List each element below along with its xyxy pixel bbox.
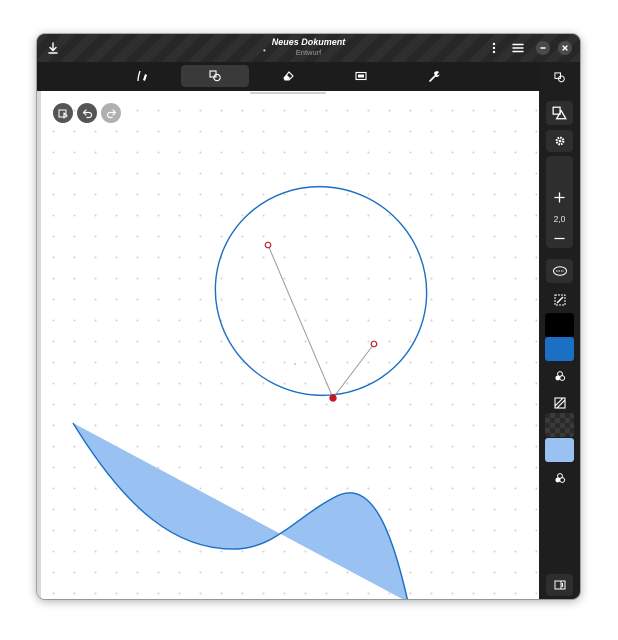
wrench-tool-icon — [428, 70, 440, 82]
page-panel-button[interactable] — [546, 574, 573, 596]
ellipse-shape — [214, 185, 428, 397]
tab-shapes-tool[interactable] — [181, 65, 249, 87]
shapes-tool-icon — [552, 106, 567, 120]
pen-tool-icon — [136, 70, 148, 82]
stroke-color-swatch[interactable] — [545, 337, 574, 361]
canvas-drawing — [72, 185, 428, 599]
decrease-width-button[interactable] — [546, 227, 573, 249]
undo-button[interactable] — [77, 103, 97, 123]
unsaved-indicator: • — [263, 46, 266, 55]
shapes-tool-icon — [208, 70, 222, 82]
stroke-color-picker-button[interactable] — [546, 289, 573, 311]
minus-icon — [554, 233, 565, 244]
redo-icon — [106, 108, 117, 119]
palette-icon — [554, 370, 566, 382]
download-icon[interactable] — [44, 39, 62, 57]
settings-button[interactable] — [546, 130, 573, 152]
shapes-tool-icon — [553, 71, 566, 83]
shape-style-button[interactable] — [546, 259, 573, 283]
tab-eraser-tool[interactable] — [254, 65, 322, 87]
increase-width-button[interactable] — [546, 186, 573, 208]
ellipse-handle — [370, 340, 378, 348]
ellipse-anchor-handle — [329, 394, 337, 402]
kebab-menu-icon[interactable] — [485, 39, 503, 57]
page-panel-icon — [554, 580, 566, 590]
ellipse-handle-line — [267, 244, 334, 399]
canvas-edge — [37, 91, 41, 599]
plus-icon — [554, 191, 565, 203]
minimize-icon[interactable] — [536, 41, 550, 55]
stroke-color-previous-swatch[interactable] — [545, 313, 574, 337]
tool-bar — [37, 62, 539, 91]
fill-color-previous-swatch[interactable] — [545, 413, 574, 437]
palette-icon — [554, 472, 566, 484]
ellipse-handle — [264, 241, 272, 249]
redo-button[interactable] — [101, 103, 121, 123]
current-tool-indicator — [546, 66, 573, 88]
fill-toggle-icon — [553, 397, 566, 409]
lock-touch-icon — [58, 108, 69, 119]
drawing-canvas[interactable] — [37, 91, 539, 599]
undo-icon — [82, 108, 93, 119]
hamburger-menu-icon[interactable] — [509, 39, 527, 57]
ellipse-handle-line — [332, 343, 375, 399]
filled-shape — [73, 423, 408, 599]
shape-type-button[interactable] — [546, 101, 573, 125]
color-picker-icon — [554, 294, 566, 306]
settings-gear-icon — [554, 135, 566, 147]
selector-tool-icon — [355, 71, 367, 81]
fill-toggle-button[interactable] — [546, 392, 573, 414]
eraser-tool-icon — [282, 70, 294, 82]
fill-palette-button[interactable] — [546, 467, 573, 489]
tab-wrench-tool[interactable] — [400, 65, 468, 87]
lock-touch-button[interactable] — [53, 103, 73, 123]
header-bar: • Neues Dokument Entwurf — [37, 34, 580, 62]
app-window: • Neues Dokument Entwurf 2,0 — [37, 34, 580, 599]
fill-color-swatch[interactable] — [545, 438, 574, 462]
tab-selector-tool[interactable] — [327, 65, 395, 87]
stroke-palette-button[interactable] — [546, 365, 573, 387]
tab-pen-tool[interactable] — [108, 65, 176, 87]
canvas-drag-notch[interactable] — [250, 92, 326, 94]
shape-style-icon — [552, 265, 568, 277]
ellipse-center-marker — [294, 363, 296, 365]
properties-sidebar: 2,0 — [539, 62, 580, 599]
stroke-width-value: 2,0 — [553, 214, 566, 224]
close-icon[interactable] — [558, 41, 572, 55]
